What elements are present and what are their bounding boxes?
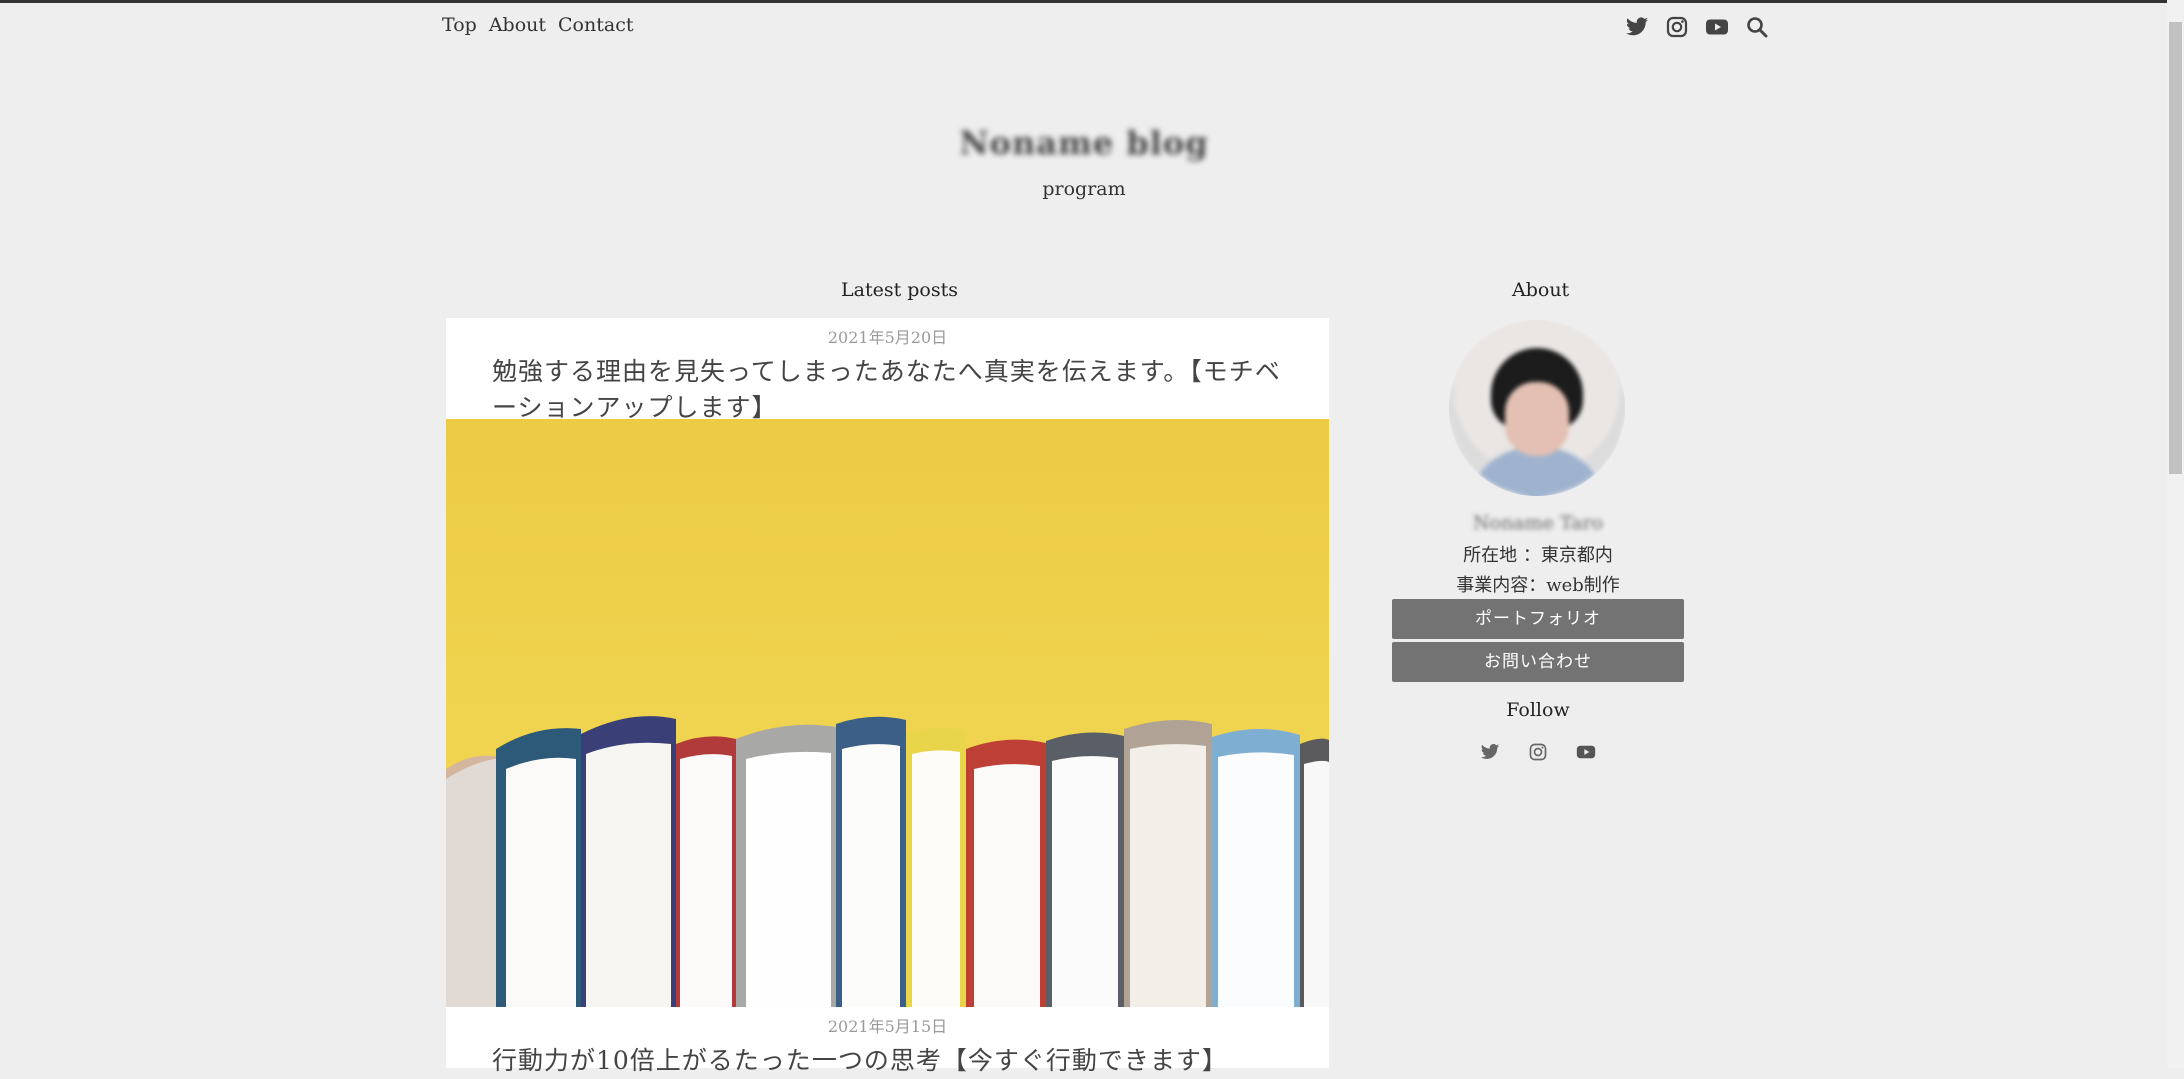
follow-title: Follow xyxy=(1506,699,1570,721)
post-date: 2021年5月20日 xyxy=(827,328,948,347)
youtube-icon[interactable] xyxy=(1576,742,1596,762)
nav-contact[interactable]: Contact xyxy=(558,14,633,36)
instagram-icon[interactable] xyxy=(1528,742,1548,762)
post-card[interactable]: 2021年5月20日 勉強する理由を見失ってしまったあなたへ真実を伝えます。【モ… xyxy=(446,318,1329,422)
nav-about[interactable]: About xyxy=(489,14,546,36)
scrollbar-thumb[interactable] xyxy=(2169,22,2182,474)
post-thumbnail[interactable] xyxy=(446,419,1329,1007)
post-title[interactable]: 行動力が10倍上がるたった一つの思考【今すぐ行動できます】 xyxy=(446,1037,1329,1079)
nav-top[interactable]: Top xyxy=(442,14,477,36)
twitter-icon[interactable] xyxy=(1480,742,1500,762)
contact-button[interactable]: お問い合わせ xyxy=(1392,642,1684,682)
site-title[interactable]: Noname blog xyxy=(0,124,2168,162)
twitter-icon[interactable] xyxy=(1624,14,1650,40)
youtube-icon[interactable] xyxy=(1704,14,1730,40)
instagram-icon[interactable] xyxy=(1664,14,1690,40)
top-border xyxy=(0,0,2184,3)
post-date: 2021年5月15日 xyxy=(827,1017,948,1036)
profile-business: 事業内容：web制作 xyxy=(1456,575,1620,596)
header-social-icons xyxy=(1624,14,1770,40)
profile-location: 所在地 ：東京都内 xyxy=(1463,545,1613,566)
site-tagline: program xyxy=(1042,178,1126,200)
latest-posts-title: Latest posts xyxy=(841,279,958,301)
portfolio-button[interactable]: ポートフォリオ xyxy=(1392,599,1684,639)
profile-name: Noname Taro xyxy=(1473,512,1603,534)
follow-icons xyxy=(1392,742,1684,762)
post-card[interactable]: 2021年5月15日 行動力が10倍上がるたった一つの思考【今すぐ行動できます】 xyxy=(446,1007,1329,1075)
scrollbar-track[interactable] xyxy=(2167,0,2184,1068)
avatar xyxy=(1449,320,1625,496)
about-title: About xyxy=(1512,279,1570,301)
header-nav: Top About Contact xyxy=(442,14,633,36)
post-title[interactable]: 勉強する理由を見失ってしまったあなたへ真実を伝えます。【モチベーションアップしま… xyxy=(446,348,1329,426)
search-icon[interactable] xyxy=(1744,14,1770,40)
